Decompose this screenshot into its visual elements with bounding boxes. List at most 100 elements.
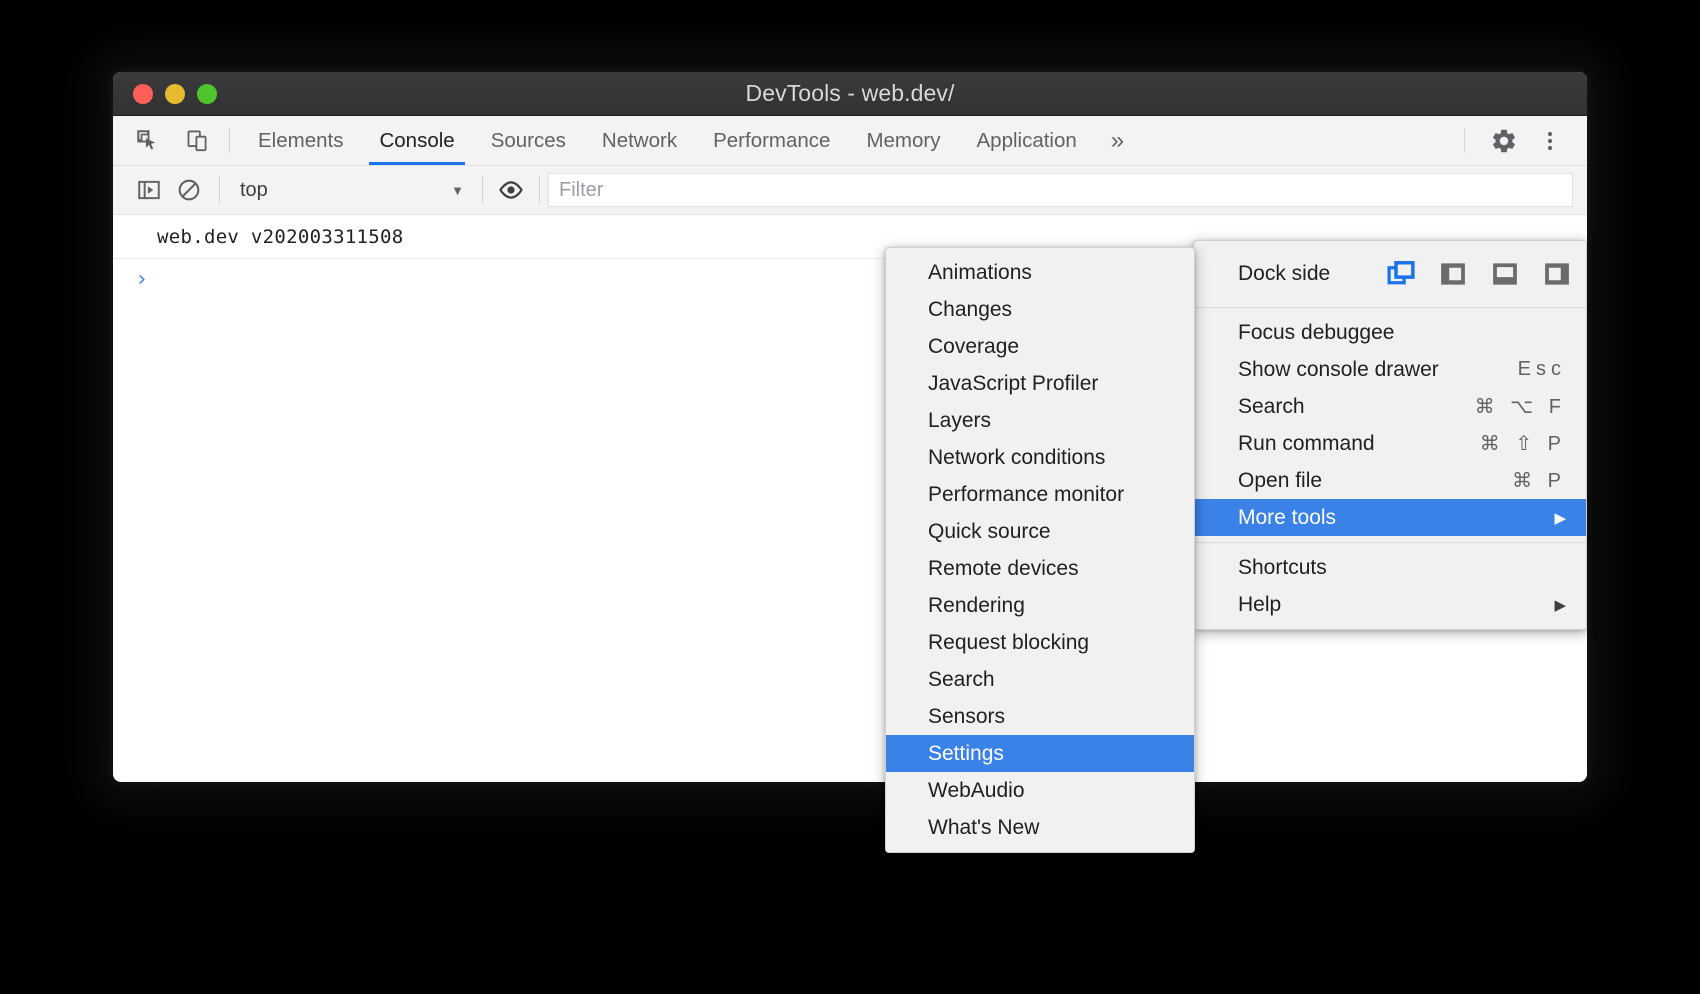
tab-label: Network xyxy=(602,129,677,153)
tabbar-right-divider xyxy=(1464,128,1465,153)
menu-separator xyxy=(1194,542,1586,543)
menu-item-label: Help xyxy=(1238,593,1281,617)
menu-item-more-tools[interactable]: More tools ▶ xyxy=(1194,499,1586,536)
close-window-button[interactable] xyxy=(133,84,153,104)
more-tools-submenu: Animations Changes Coverage JavaScript P… xyxy=(885,247,1195,853)
tab-network[interactable]: Network xyxy=(584,116,695,165)
menu-item-label: Shortcuts xyxy=(1238,556,1327,580)
tab-application[interactable]: Application xyxy=(959,116,1095,165)
submenu-item-whats-new[interactable]: What's New xyxy=(886,809,1194,846)
console-toolbar-divider-2 xyxy=(482,176,483,204)
menu-item-focus-debuggee[interactable]: Focus debuggee xyxy=(1194,314,1586,351)
submenu-item-performance-monitor[interactable]: Performance monitor xyxy=(886,476,1194,513)
clear-console-icon[interactable] xyxy=(169,170,209,210)
tab-overflow-chevrons-icon[interactable]: » xyxy=(1095,116,1140,165)
tab-label: Elements xyxy=(258,129,343,153)
submenu-arrow-icon: ▶ xyxy=(1514,509,1566,527)
menu-item-search[interactable]: Search ⌘ ⌥ F xyxy=(1194,388,1586,425)
menu-item-show-console-drawer[interactable]: Show console drawer Esc xyxy=(1194,351,1586,388)
dock-side-options xyxy=(1386,259,1572,289)
dock-side-row: Dock side xyxy=(1194,247,1586,301)
menu-item-shortcuts[interactable]: Shortcuts xyxy=(1194,549,1586,586)
submenu-item-animations[interactable]: Animations xyxy=(886,254,1194,291)
menu-item-shortcut: ⌘ ⇧ P xyxy=(1432,431,1566,456)
tab-sources[interactable]: Sources xyxy=(473,116,584,165)
submenu-item-webaudio[interactable]: WebAudio xyxy=(886,772,1194,809)
filter-input[interactable]: Filter xyxy=(548,173,1573,207)
submenu-item-label: What's New xyxy=(928,816,1039,840)
submenu-item-changes[interactable]: Changes xyxy=(886,291,1194,328)
submenu-item-layers[interactable]: Layers xyxy=(886,402,1194,439)
submenu-item-network-conditions[interactable]: Network conditions xyxy=(886,439,1194,476)
dock-to-left-icon[interactable] xyxy=(1438,259,1468,289)
tab-elements[interactable]: Elements xyxy=(240,116,361,165)
menu-item-label: Show console drawer xyxy=(1238,358,1439,382)
devtools-main-menu: Dock side xyxy=(1193,240,1587,630)
submenu-item-javascript-profiler[interactable]: JavaScript Profiler xyxy=(886,365,1194,402)
console-prompt-icon: › xyxy=(135,267,148,292)
inspect-element-icon[interactable] xyxy=(127,120,169,162)
execution-context-value: top xyxy=(240,179,268,202)
submenu-item-label: Rendering xyxy=(928,594,1025,618)
tabbar-divider xyxy=(229,128,230,153)
menu-item-label: Open file xyxy=(1238,469,1322,493)
submenu-item-label: Performance monitor xyxy=(928,483,1124,507)
menu-item-shortcut: Esc xyxy=(1470,358,1566,381)
tab-label: Application xyxy=(977,129,1077,153)
submenu-item-label: Settings xyxy=(928,742,1004,766)
menu-item-shortcut: ⌘ P xyxy=(1464,468,1566,493)
submenu-item-remote-devices[interactable]: Remote devices xyxy=(886,550,1194,587)
submenu-item-label: Quick source xyxy=(928,520,1051,544)
console-toolbar-divider-3 xyxy=(539,176,540,204)
minimize-window-button[interactable] xyxy=(165,84,185,104)
menu-item-label: Run command xyxy=(1238,432,1375,456)
submenu-item-label: WebAudio xyxy=(928,779,1025,803)
devtools-tabbar: Elements Console Sources Network Perform… xyxy=(113,116,1587,166)
console-sidebar-icon[interactable] xyxy=(129,170,169,210)
console-toolbar: top ▼ Filter xyxy=(113,166,1587,215)
menu-separator xyxy=(1194,307,1586,308)
submenu-item-label: Layers xyxy=(928,409,991,433)
tabbar-right-icons xyxy=(1450,116,1587,165)
tab-console[interactable]: Console xyxy=(361,116,472,165)
submenu-item-request-blocking[interactable]: Request blocking xyxy=(886,624,1194,661)
kebab-menu-icon[interactable] xyxy=(1529,120,1571,162)
filter-placeholder: Filter xyxy=(559,179,603,202)
submenu-arrow-icon: ▶ xyxy=(1514,596,1566,614)
device-toolbar-icon[interactable] xyxy=(177,120,219,162)
menu-item-shortcut: ⌘ ⌥ F xyxy=(1427,394,1566,419)
submenu-item-label: Sensors xyxy=(928,705,1005,729)
tab-label: Console xyxy=(379,129,454,153)
dock-side-label: Dock side xyxy=(1238,262,1330,286)
submenu-item-rendering[interactable]: Rendering xyxy=(886,587,1194,624)
menu-item-label: Focus debuggee xyxy=(1238,321,1394,345)
submenu-item-label: Remote devices xyxy=(928,557,1079,581)
live-expression-icon[interactable] xyxy=(491,170,531,210)
tab-performance[interactable]: Performance xyxy=(695,116,848,165)
submenu-item-label: Search xyxy=(928,668,995,692)
menu-item-open-file[interactable]: Open file ⌘ P xyxy=(1194,462,1586,499)
maximize-window-button[interactable] xyxy=(197,84,217,104)
submenu-item-label: Changes xyxy=(928,298,1012,322)
submenu-item-coverage[interactable]: Coverage xyxy=(886,328,1194,365)
submenu-item-quick-source[interactable]: Quick source xyxy=(886,513,1194,550)
submenu-item-label: Animations xyxy=(928,261,1032,285)
tab-label: Memory xyxy=(866,129,940,153)
dock-to-bottom-icon[interactable] xyxy=(1490,259,1520,289)
dock-to-right-icon[interactable] xyxy=(1542,259,1572,289)
menu-item-label: More tools xyxy=(1238,506,1336,530)
undock-into-separate-window-icon[interactable] xyxy=(1386,259,1416,289)
console-toolbar-divider-1 xyxy=(219,176,220,204)
submenu-item-label: JavaScript Profiler xyxy=(928,372,1098,396)
tab-label: Sources xyxy=(491,129,566,153)
tabbar-left-icons xyxy=(113,116,219,165)
execution-context-selector[interactable]: top ▼ xyxy=(230,173,474,207)
submenu-item-settings[interactable]: Settings xyxy=(886,735,1194,772)
gear-icon[interactable] xyxy=(1483,120,1525,162)
tab-memory[interactable]: Memory xyxy=(848,116,958,165)
menu-item-help[interactable]: Help ▶ xyxy=(1194,586,1586,623)
submenu-item-sensors[interactable]: Sensors xyxy=(886,698,1194,735)
panel-tabs: Elements Console Sources Network Perform… xyxy=(240,116,1140,165)
submenu-item-search[interactable]: Search xyxy=(886,661,1194,698)
menu-item-run-command[interactable]: Run command ⌘ ⇧ P xyxy=(1194,425,1586,462)
